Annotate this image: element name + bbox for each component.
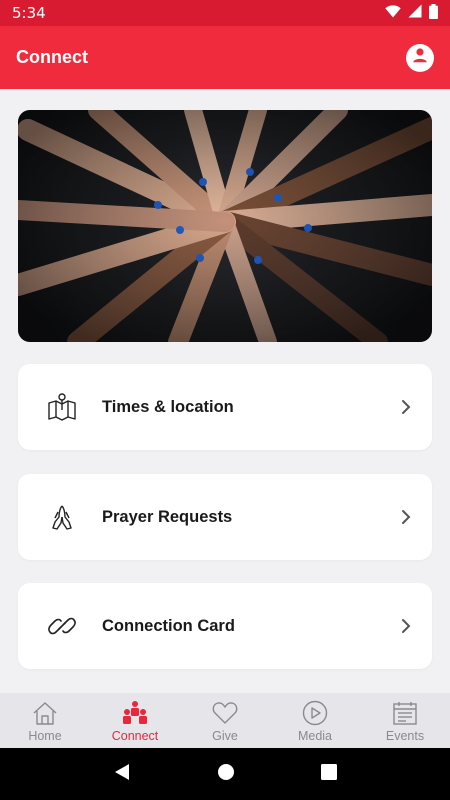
signal-icon xyxy=(408,4,422,22)
profile-button[interactable] xyxy=(406,43,434,72)
status-bar: 5:34 xyxy=(0,0,450,26)
heart-icon xyxy=(210,699,240,727)
wifi-icon xyxy=(385,4,401,22)
nav-item-give[interactable]: Give xyxy=(180,693,270,748)
nav-item-home[interactable]: Home xyxy=(0,693,90,748)
card-label: Connection Card xyxy=(102,616,235,635)
nav-item-connect[interactable]: Connect xyxy=(90,693,180,748)
card-label: Times & location xyxy=(102,397,234,416)
chevron-right-icon xyxy=(398,509,414,525)
people-icon xyxy=(120,699,150,727)
connection-card-card[interactable]: Connection Card xyxy=(18,583,432,669)
system-navigation-bar xyxy=(0,748,450,800)
card-label: Prayer Requests xyxy=(102,507,233,526)
chevron-right-icon xyxy=(398,399,414,415)
nav-label-events: Events xyxy=(385,729,425,743)
back-icon[interactable] xyxy=(113,763,131,786)
battery-icon xyxy=(429,3,438,23)
home-icon xyxy=(30,699,60,727)
bottom-navigation: Home Connect Give Media Events xyxy=(0,693,450,748)
map-pin-icon xyxy=(46,391,78,423)
user-icon xyxy=(410,45,430,70)
main-content[interactable]: Times & location Prayer Requests Connect… xyxy=(0,89,450,693)
play-icon xyxy=(300,699,330,727)
chevron-right-icon xyxy=(398,618,414,634)
nav-label-home: Home xyxy=(28,729,62,743)
praying-hands-icon xyxy=(46,501,78,533)
calendar-icon xyxy=(390,699,420,727)
recents-icon[interactable] xyxy=(321,763,337,785)
app-bar: Connect xyxy=(0,26,450,89)
nav-label-give: Give xyxy=(212,729,238,743)
nav-item-media[interactable]: Media xyxy=(270,693,360,748)
hero-illustration xyxy=(18,110,432,342)
nav-label-media: Media xyxy=(297,729,333,743)
times-location-card[interactable]: Times & location xyxy=(18,364,432,450)
home-circle-icon[interactable] xyxy=(217,763,235,786)
status-icons xyxy=(385,3,438,23)
hero-image xyxy=(18,110,432,342)
status-time: 5:34 xyxy=(12,4,46,22)
page-title: Connect xyxy=(16,47,88,67)
link-icon xyxy=(46,610,78,642)
nav-item-events[interactable]: Events xyxy=(360,693,450,748)
prayer-requests-card[interactable]: Prayer Requests xyxy=(18,474,432,560)
nav-label-connect: Connect xyxy=(111,729,159,743)
